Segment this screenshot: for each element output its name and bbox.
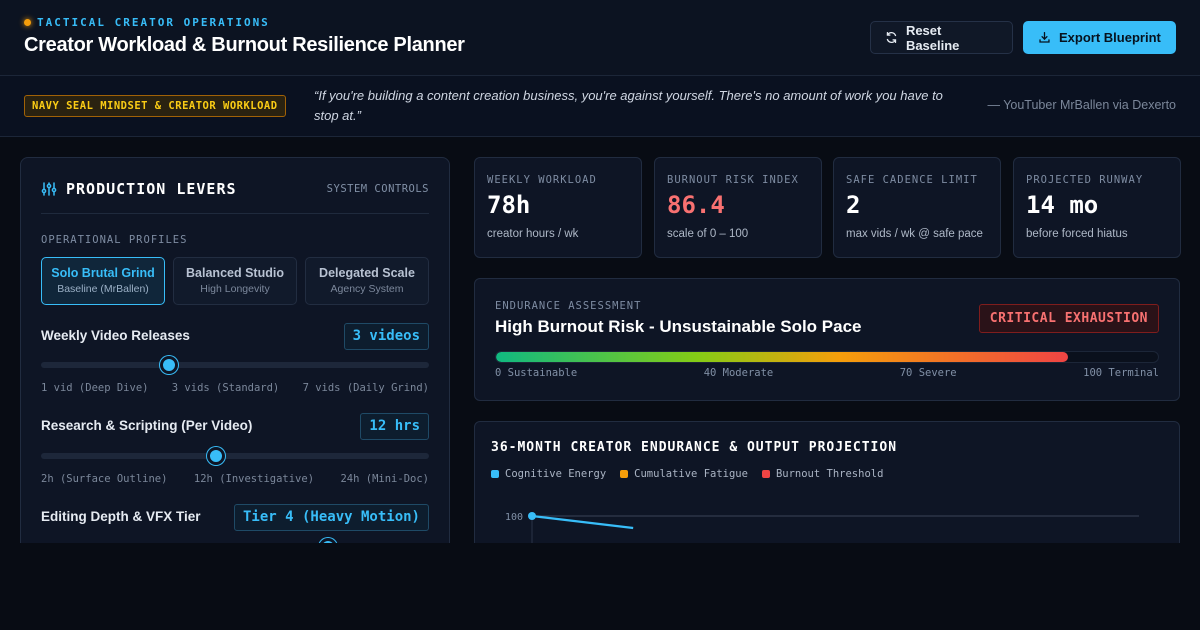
research-slider[interactable]	[41, 447, 429, 465]
y-tick-label: 100	[505, 512, 523, 523]
meter-tick: 100 Terminal	[1083, 367, 1159, 379]
quote-bar: NAVY SEAL MINDSET & CREATOR WORKLOAD “If…	[0, 76, 1200, 137]
kpi-projected-runway: PROJECTED RUNWAY 14 mo before forced hia…	[1013, 157, 1181, 258]
kpi-value: 14 mo	[1026, 191, 1099, 219]
profile-name: Delegated Scale	[319, 266, 415, 280]
meter-ticks: 0 Sustainable 40 Moderate 70 Severe 100 …	[495, 367, 1159, 379]
kpi-label: WEEKLY WORKLOAD	[487, 174, 597, 186]
kpi-burnout-risk-index: BURNOUT RISK INDEX 86.4 scale of 0 – 100	[654, 157, 822, 258]
kpi-unit: max vids / wk @ safe pace	[846, 228, 983, 240]
tick-label: 2h (Surface Outline)	[41, 473, 168, 485]
app-header: TACTICAL CREATOR OPERATIONS Creator Work…	[0, 0, 1200, 76]
status-dot	[24, 19, 31, 26]
quote-text: “If you're building a content creation b…	[314, 88, 943, 123]
quote-source: — YouTuber MrBallen via Dexerto	[987, 98, 1176, 112]
panel-subtitle: SYSTEM CONTROLS	[326, 183, 429, 195]
status-badge: CRITICAL EXHAUSTION	[978, 304, 1159, 333]
profile-sub: High Longevity	[200, 283, 270, 295]
research-ticks: 2h (Surface Outline) 12h (Investigative)…	[41, 473, 429, 485]
profile-balanced-studio[interactable]: Balanced Studio High Longevity	[173, 257, 297, 305]
kpi-unit: scale of 0 – 100	[667, 228, 749, 240]
legend-label: Cognitive Energy	[505, 468, 607, 480]
refresh-icon	[886, 31, 897, 44]
editing-label: Editing Depth & VFX Tier	[41, 509, 201, 524]
releases-slider-thumb[interactable]	[160, 356, 179, 374]
profile-sub: Agency System	[330, 283, 404, 295]
kpi-safe-cadence-limit: SAFE CADENCE LIMIT 2 max vids / wk @ saf…	[833, 157, 1001, 258]
kpi-label: PROJECTED RUNWAY	[1026, 174, 1144, 186]
tick-label: 24h (Mini-Doc)	[340, 473, 429, 485]
research-value: 12 hrs	[360, 413, 429, 440]
kpi-value: 78h	[487, 191, 531, 219]
releases-value: 3 videos	[343, 323, 429, 350]
panel-title-text: PRODUCTION LEVERS	[66, 180, 237, 198]
editing-value: Tier 4 (Heavy Motion)	[233, 504, 429, 531]
page-title: Creator Workload & Burnout Resilience Pl…	[24, 34, 465, 56]
endurance-label: ENDURANCE ASSESSMENT	[495, 300, 642, 312]
kpi-value: 2	[846, 191, 861, 219]
meter-tick: 0 Sustainable	[495, 367, 578, 379]
production-levers-panel: PRODUCTION LEVERS SYSTEM CONTROLS OPERAT…	[20, 157, 450, 557]
profile-name: Balanced Studio	[186, 266, 284, 280]
export-blueprint-label: Export Blueprint	[1059, 30, 1161, 45]
reset-baseline-button[interactable]: Reset Baseline	[870, 21, 1013, 54]
legend-label: Cumulative Fatigue	[634, 468, 748, 480]
releases-slider[interactable]	[41, 356, 429, 374]
burnout-risk-meter	[495, 351, 1159, 363]
legend-item-burnout-threshold: Burnout Threshold	[761, 468, 884, 480]
kpi-weekly-workload: WEEKLY WORKLOAD 78h creator hours / wk	[474, 157, 642, 258]
research-slider-thumb[interactable]	[206, 447, 225, 465]
tick-label: 3 vids (Standard)	[171, 382, 280, 394]
kpi-unit: before forced hiatus	[1026, 228, 1128, 240]
chart-title: 36-MONTH CREATOR ENDURANCE & OUTPUT PROJ…	[491, 440, 898, 455]
profiles-label: OPERATIONAL PROFILES	[41, 234, 188, 246]
tick-label: 1 vid (Deep Dive)	[41, 382, 149, 394]
export-blueprint-button[interactable]: Export Blueprint	[1023, 21, 1176, 54]
sliders-icon	[41, 182, 57, 196]
meter-tick: 40 Moderate	[703, 367, 774, 379]
legend-swatch	[491, 470, 499, 478]
endurance-title: High Burnout Risk - Unsustainable Solo P…	[495, 317, 862, 336]
chart-legend: Cognitive Energy Cumulative Fatigue Burn…	[491, 468, 883, 480]
download-icon	[1039, 31, 1050, 43]
profile-solo-brutal-grind[interactable]: Solo Brutal Grind Baseline (MrBallen)	[41, 257, 165, 305]
legend-item-cognitive-energy: Cognitive Energy	[491, 468, 606, 480]
data-point	[528, 512, 536, 520]
kpi-unit: creator hours / wk	[487, 228, 579, 240]
page-background	[0, 543, 1200, 630]
legend-label: Burnout Threshold	[775, 468, 884, 480]
research-label: Research & Scripting (Per Video)	[41, 418, 253, 433]
kpi-value: 86.4	[667, 191, 725, 219]
series-line-cognitive-energy	[531, 514, 634, 530]
profile-name: Solo Brutal Grind	[51, 266, 155, 280]
legend-swatch	[761, 470, 770, 478]
profile-delegated-scale[interactable]: Delegated Scale Agency System	[305, 257, 429, 305]
legend-item-cumulative-fatigue: Cumulative Fatigue	[620, 468, 748, 480]
profile-sub: Baseline (MrBallen)	[57, 283, 149, 295]
meter-tick: 70 Severe	[899, 367, 957, 379]
releases-label: Weekly Video Releases	[41, 328, 190, 343]
profile-selector: Solo Brutal Grind Baseline (MrBallen) Ba…	[41, 257, 429, 305]
panel-title: PRODUCTION LEVERS	[41, 180, 237, 198]
burnout-risk-meter-fill	[496, 352, 1068, 362]
panel-header: PRODUCTION LEVERS SYSTEM CONTROLS	[41, 180, 429, 214]
tick-label: 7 vids (Daily Grind)	[302, 382, 429, 394]
kpi-label: SAFE CADENCE LIMIT	[846, 174, 978, 186]
legend-swatch	[620, 470, 629, 478]
reset-baseline-label: Reset Baseline	[905, 22, 960, 53]
quote-badge: NAVY SEAL MINDSET & CREATOR WORKLOAD	[24, 95, 286, 117]
tick-label: 12h (Investigative)	[193, 473, 315, 485]
endurance-assessment-card: ENDURANCE ASSESSMENT High Burnout Risk -…	[474, 278, 1180, 401]
brand-row: TACTICAL CREATOR OPERATIONS	[24, 16, 270, 29]
brand-tag: TACTICAL CREATOR OPERATIONS	[37, 16, 270, 29]
kpi-label: BURNOUT RISK INDEX	[667, 174, 799, 186]
releases-ticks: 1 vid (Deep Dive) 3 vids (Standard) 7 vi…	[41, 382, 429, 394]
